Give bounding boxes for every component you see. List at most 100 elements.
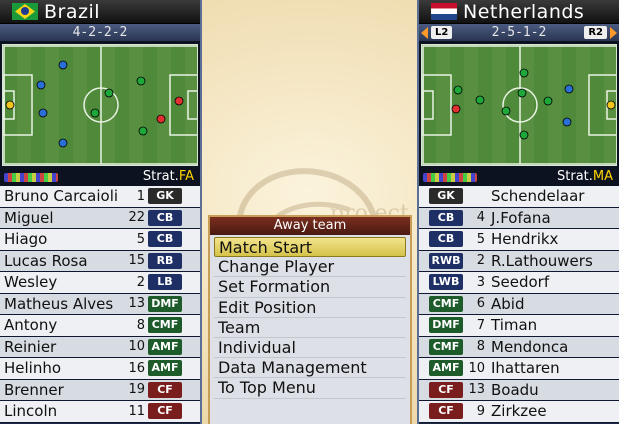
- away-player-row[interactable]: CMF 8 Mendonca: [419, 336, 619, 358]
- team-menu: Away team Match Start Change Player Set …: [208, 215, 412, 424]
- away-player-row[interactable]: RWB 2 R.Lathouwers: [419, 250, 619, 272]
- player-number: 2: [476, 253, 485, 269]
- l2-button[interactable]: L2: [431, 26, 453, 39]
- menu-item-individual[interactable]: Individual: [214, 338, 406, 359]
- away-player-row[interactable]: CB 5 Hendrikx: [419, 229, 619, 251]
- player-dot: [543, 96, 553, 106]
- menu-list: Match Start Change Player Set Formation …: [210, 235, 410, 424]
- menu-item-team[interactable]: Team: [214, 318, 406, 338]
- player-number: 22: [128, 210, 145, 226]
- player-number: 5: [136, 231, 145, 247]
- home-player-row[interactable]: Reinier 10 AMF: [0, 336, 200, 358]
- position-badge: RWB: [429, 252, 463, 269]
- away-player-row[interactable]: CF 13 Boadu: [419, 379, 619, 401]
- player-number: 7: [476, 317, 485, 333]
- menu-title: Away team: [210, 217, 410, 235]
- away-player-row[interactable]: CF 9 Zirkzee: [419, 401, 619, 423]
- home-player-row[interactable]: Wesley 2 LB: [0, 272, 200, 294]
- menu-item-to-top-menu[interactable]: To Top Menu: [214, 378, 406, 399]
- player-name: Lucas Rosa: [4, 251, 88, 270]
- position-badge: DMF: [429, 317, 463, 334]
- menu-item-set-formation[interactable]: Set Formation: [214, 277, 406, 298]
- position-badge: CB: [148, 231, 182, 248]
- prev-arrow-icon[interactable]: [421, 27, 428, 39]
- home-player-row[interactable]: Lucas Rosa 15 RB: [0, 250, 200, 272]
- position-badge: CF: [429, 381, 463, 398]
- player-number: 8: [476, 339, 485, 355]
- player-dot: [562, 117, 572, 127]
- player-dot: [104, 88, 114, 98]
- menu-item-edit-position[interactable]: Edit Position: [214, 298, 406, 318]
- position-badge: DMF: [148, 295, 182, 312]
- player-name: Matheus Alves: [4, 294, 114, 313]
- home-player-row[interactable]: Lincoln 11 CF: [0, 401, 200, 423]
- position-badge: AMF: [148, 360, 182, 377]
- position-badge: CB: [148, 209, 182, 226]
- home-player-row[interactable]: Bruno Carcaioli 1 GK: [0, 186, 200, 208]
- away-player-row[interactable]: AMF 10 Ihattaren: [419, 358, 619, 380]
- away-pitch[interactable]: [421, 44, 617, 166]
- home-player-row[interactable]: Helinho 16 AMF: [0, 358, 200, 380]
- position-badge: RB: [148, 252, 182, 269]
- position-badge: CMF: [148, 317, 182, 334]
- away-player-row[interactable]: DMF 7 Timan: [419, 315, 619, 337]
- away-team-name: Netherlands: [463, 0, 585, 23]
- home-team-panel: Brazil 4-2-2-2 Strat.FA Bruno Carcaioli …: [0, 0, 202, 424]
- position-badge: LWB: [429, 274, 463, 291]
- player-dot: [453, 85, 463, 95]
- position-badge: CMF: [429, 295, 463, 312]
- player-name: Hiago: [4, 230, 48, 249]
- player-name: Helinho: [4, 359, 62, 378]
- away-pitch-frame: [419, 41, 619, 169]
- menu-item-change-player[interactable]: Change Player: [214, 257, 406, 278]
- player-number: 15: [128, 253, 145, 269]
- strategy-prefix: Strat.: [557, 169, 593, 184]
- player-number: 19: [128, 382, 145, 398]
- r2-button[interactable]: R2: [584, 26, 607, 39]
- player-dot: [519, 130, 529, 140]
- home-player-row[interactable]: Hiago 5 CB: [0, 229, 200, 251]
- player-name: Reinier: [4, 337, 57, 356]
- player-dot: [501, 106, 511, 116]
- player-number: 6: [476, 296, 485, 312]
- player-number: 1: [136, 188, 145, 204]
- player-dot: [90, 108, 100, 118]
- player-dot: [156, 114, 166, 124]
- position-badge: AMF: [429, 360, 463, 377]
- player-dot: [136, 76, 146, 86]
- home-player-row[interactable]: Antony 8 CMF: [0, 315, 200, 337]
- menu-item-match-start[interactable]: Match Start: [214, 237, 406, 258]
- brazil-flag-icon: [12, 3, 38, 20]
- player-number: 9: [476, 403, 485, 419]
- position-badge: CF: [148, 381, 182, 398]
- away-player-row[interactable]: LWB 3 Seedorf: [419, 272, 619, 294]
- player-number: 10: [128, 339, 145, 355]
- menu-item-data-management[interactable]: Data Management: [214, 358, 406, 379]
- position-badge: CF: [148, 403, 182, 420]
- home-formation: 4-2-2-2: [72, 25, 128, 40]
- player-dot: [38, 108, 48, 118]
- away-player-row[interactable]: GK Schendelaar: [419, 186, 619, 208]
- away-team-header: Netherlands: [419, 0, 619, 24]
- home-player-row[interactable]: Miguel 22 CB: [0, 207, 200, 229]
- home-team-header: Brazil: [0, 0, 200, 24]
- position-badge: CF: [429, 403, 463, 420]
- away-team-panel: Netherlands L2 2-5-1-2 R2 Strat.MA GK Sc…: [417, 0, 619, 424]
- player-dot: [36, 80, 46, 90]
- next-arrow-icon[interactable]: [610, 27, 617, 39]
- player-dot: [451, 104, 461, 114]
- player-name: Antony: [4, 316, 58, 335]
- home-formation-bar: 4-2-2-2: [0, 24, 200, 41]
- away-player-row[interactable]: CMF 6 Abid: [419, 293, 619, 315]
- home-pitch[interactable]: [2, 44, 198, 166]
- player-name: Timan: [491, 316, 538, 335]
- away-player-row[interactable]: CB 4 J.Fofana: [419, 207, 619, 229]
- home-player-row[interactable]: Brenner 19 CF: [0, 379, 200, 401]
- home-player-row[interactable]: Matheus Alves 13 DMF: [0, 293, 200, 315]
- player-number: 11: [128, 403, 145, 419]
- player-dot: [564, 84, 574, 94]
- player-name: Ihattaren: [491, 359, 560, 378]
- player-number: 16: [128, 360, 145, 376]
- home-roster: Bruno Carcaioli 1 GK Miguel 22 CB Hiago 5 CB L…: [0, 186, 200, 423]
- strategy-prefix: Strat.: [142, 169, 179, 184]
